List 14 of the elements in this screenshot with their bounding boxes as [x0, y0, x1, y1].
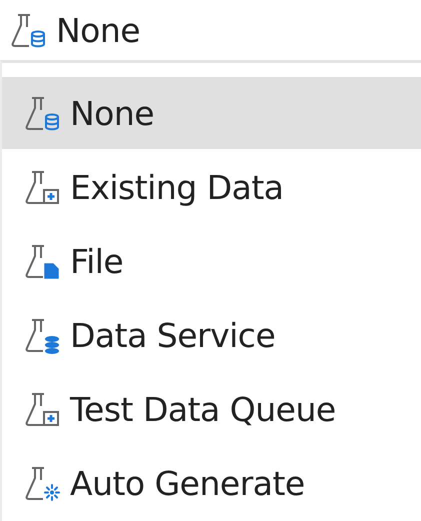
selected-value: None — [56, 10, 140, 50]
flask-sparkle-icon — [24, 464, 60, 502]
dropdown-option[interactable]: Test Data Queue — [2, 373, 421, 445]
flask-file-icon — [24, 242, 60, 280]
dropdown-option[interactable]: File — [2, 225, 421, 297]
flask-database-icon — [10, 11, 46, 49]
flask-database-icon — [24, 316, 60, 354]
dropdown-option[interactable]: Data Service — [2, 299, 421, 371]
flask-box-icon — [24, 390, 60, 428]
flask-box-icon — [24, 168, 60, 206]
dropdown-option[interactable]: Existing Data — [2, 151, 421, 223]
dropdown-option[interactable]: None — [2, 77, 421, 149]
flask-database-icon — [24, 94, 60, 132]
dropdown-option[interactable]: Auto Generate — [2, 447, 421, 519]
